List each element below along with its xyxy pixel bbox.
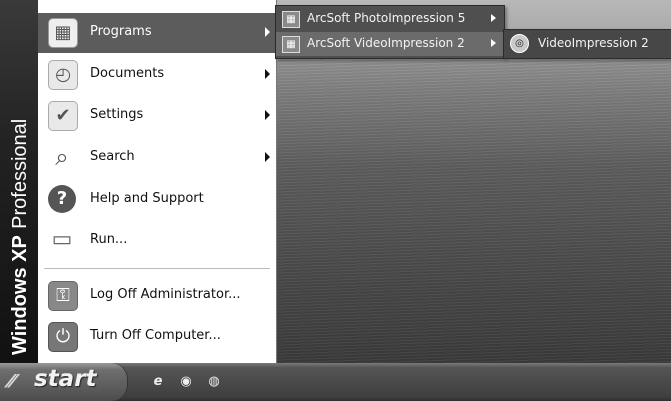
submenu-item-label: ArcSoft PhotoImpression 5: [307, 11, 466, 25]
menu-item-label: Settings: [90, 107, 144, 122]
start-button[interactable]: ⁄⁄ start: [0, 363, 128, 401]
submenu-arrow-icon: [491, 14, 496, 22]
menu-item-settings[interactable]: ✔ Settings: [38, 96, 276, 136]
show-desktop-icon[interactable]: ◍: [204, 372, 224, 392]
taskbar: ⁄⁄ start e ◉ ◍: [0, 363, 671, 401]
submenu-item-arcsoft-videoimpression[interactable]: ▦ ArcSoft VideoImpression 2: [276, 32, 504, 56]
sidebar-brand: Windows XP Professional: [5, 119, 34, 355]
windows-flag-icon: ⁄⁄: [9, 371, 16, 392]
sidebar-brand-edition: Professional: [9, 118, 31, 229]
menu-item-label: Search: [90, 149, 135, 164]
help-icon: ?: [48, 185, 76, 213]
menu-item-documents[interactable]: ◴ Documents: [38, 55, 276, 95]
menu-item-log-off[interactable]: ⚿ Log Off Administrator...: [38, 276, 276, 316]
submenu-item-arcsoft-photoimpression[interactable]: ▦ ArcSoft PhotoImpression 5: [276, 7, 504, 31]
submenu-item-label: VideoImpression 2: [538, 36, 649, 50]
submenu-arrow-icon: [265, 69, 270, 79]
start-menu: Windows XP Professional ▦ Programs ◴ Doc…: [0, 0, 277, 363]
submenu-arrow-icon: [265, 152, 270, 162]
submenu-arrow-icon: [265, 110, 270, 120]
menu-item-label: Turn Off Computer...: [90, 328, 221, 343]
menu-item-programs[interactable]: ▦ Programs: [38, 13, 276, 53]
media-player-icon[interactable]: ◉: [176, 372, 196, 392]
submenu-item-videoimpression-2[interactable]: ◎ VideoImpression 2: [504, 32, 671, 56]
menu-item-label: Run...: [90, 232, 128, 247]
run-icon: ▭: [51, 227, 73, 252]
submenu-item-label: ArcSoft VideoImpression 2: [307, 36, 465, 50]
program-group-icon: ▦: [282, 36, 300, 53]
start-label: start: [34, 366, 97, 392]
programs-submenu: ▦ ArcSoft PhotoImpression 5 ▦ ArcSoft Vi…: [275, 5, 505, 59]
submenu-arrow-icon: [265, 27, 270, 37]
menu-item-help-and-support[interactable]: ? Help and Support: [38, 180, 276, 220]
program-group-icon: ▦: [282, 11, 300, 28]
internet-explorer-icon[interactable]: e: [148, 372, 168, 392]
videoimpression-submenu: ◎ VideoImpression 2: [503, 29, 671, 59]
documents-icon: ◴: [48, 60, 78, 90]
menu-item-search[interactable]: ⌕ Search: [38, 138, 276, 178]
settings-icon: ✔: [48, 101, 78, 131]
videoimpression-app-icon: ◎: [510, 34, 529, 53]
submenu-arrow-icon: [491, 39, 496, 47]
menu-item-run[interactable]: ▭ Run...: [38, 221, 276, 261]
menu-item-turn-off-computer[interactable]: ⏻ Turn Off Computer...: [38, 317, 276, 357]
menu-item-label: Documents: [90, 66, 165, 81]
menu-item-label: Help and Support: [90, 191, 204, 206]
start-menu-sidebar: Windows XP Professional: [0, 0, 38, 363]
programs-folder-icon: ▦: [48, 18, 78, 48]
search-icon: ⌕: [55, 143, 69, 171]
logoff-key-icon: ⚿: [48, 281, 78, 311]
sidebar-brand-windows-xp: Windows XP: [9, 235, 31, 355]
menu-item-label: Programs: [90, 24, 152, 39]
menu-separator: [44, 268, 270, 269]
power-icon: ⏻: [48, 322, 78, 352]
menu-item-label: Log Off Administrator...: [90, 287, 241, 302]
